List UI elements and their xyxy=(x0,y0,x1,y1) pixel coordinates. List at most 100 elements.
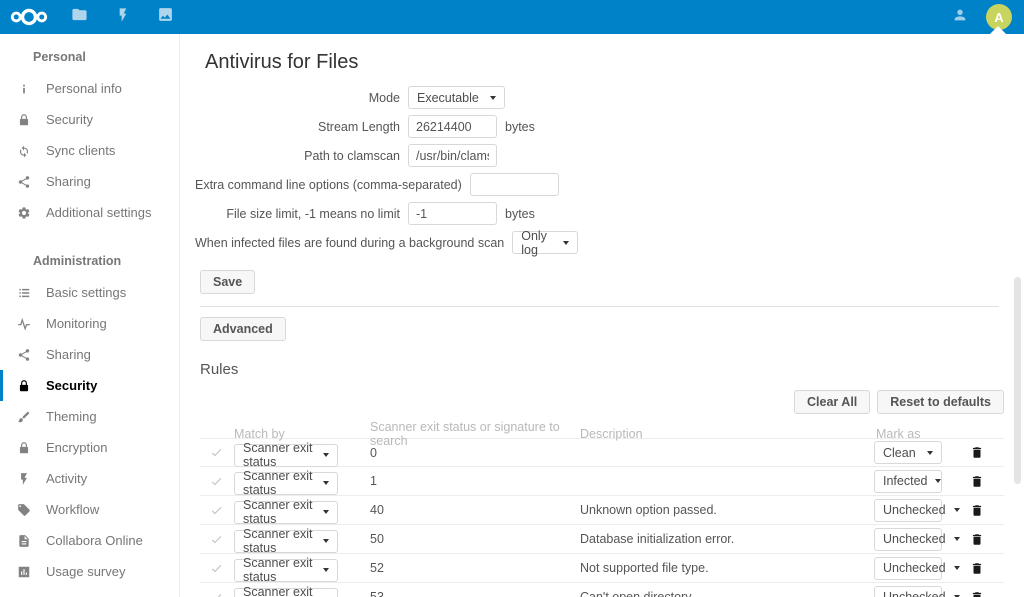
activity-app-button[interactable] xyxy=(101,0,144,34)
mark-as-select[interactable]: Unchecked xyxy=(874,557,942,580)
extra-options-input[interactable] xyxy=(470,173,559,196)
delete-rule-button[interactable] xyxy=(950,532,1004,547)
gear-icon xyxy=(16,205,32,221)
sidebar-item-collabora-online[interactable]: Collabora Online xyxy=(0,525,179,556)
match-by-select[interactable]: Scanner exit status xyxy=(234,501,338,524)
mode-select-value: Executable xyxy=(417,91,479,105)
clear-all-button[interactable]: Clear All xyxy=(794,390,870,414)
sidebar-item-logging[interactable]: Logging xyxy=(0,587,179,597)
rules-rows: Scanner exit status 0 Clean Scanner exit… xyxy=(200,438,1004,597)
delete-rule-button[interactable] xyxy=(950,474,1004,489)
document-icon xyxy=(16,533,32,549)
list-icon xyxy=(16,285,32,301)
chevron-down-icon xyxy=(323,510,329,514)
sidebar-item-security[interactable]: Security xyxy=(0,370,179,401)
sidebar-item-security[interactable]: Security xyxy=(0,104,179,135)
clamscan-path-input[interactable] xyxy=(408,144,497,167)
mode-label: Mode xyxy=(195,91,408,105)
files-app-button[interactable] xyxy=(58,0,101,34)
rule-status-value: 40 xyxy=(364,503,574,517)
sidebar-item-additional-settings[interactable]: Additional settings xyxy=(0,197,179,228)
image-icon xyxy=(157,6,174,28)
match-by-select[interactable]: Scanner exit status xyxy=(234,444,338,467)
infected-action-label: When infected files are found during a b… xyxy=(195,236,512,250)
sidebar-item-personal-info[interactable]: Personal info xyxy=(0,73,179,104)
sidebar-item-monitoring[interactable]: Monitoring xyxy=(0,308,179,339)
match-by-select[interactable]: Scanner exit status xyxy=(234,559,338,582)
lock-icon xyxy=(16,112,32,128)
gallery-app-button[interactable] xyxy=(144,0,187,34)
brush-icon xyxy=(16,409,32,425)
chart-icon xyxy=(16,564,32,580)
mark-as-select[interactable]: Unchecked xyxy=(874,499,942,522)
chevron-down-icon xyxy=(323,539,329,543)
share-icon xyxy=(16,347,32,363)
contacts-menu-button[interactable] xyxy=(940,0,980,34)
stream-length-input[interactable] xyxy=(408,115,497,138)
delete-rule-button[interactable] xyxy=(950,445,1004,460)
chevron-down-icon xyxy=(563,241,569,245)
col-status: Scanner exit status or signature to sear… xyxy=(364,420,574,448)
extra-options-label: Extra command line options (comma-separa… xyxy=(195,178,470,192)
rule-description: Database initialization error. xyxy=(574,532,866,546)
share-icon xyxy=(16,174,32,190)
rule-enabled-check-icon[interactable] xyxy=(200,475,232,488)
sidebar-item-sharing[interactable]: Sharing xyxy=(0,166,179,197)
rule-description: Can't open directory. xyxy=(574,590,866,597)
rule-enabled-check-icon[interactable] xyxy=(200,591,232,597)
contacts-icon xyxy=(952,7,968,28)
rule-enabled-check-icon[interactable] xyxy=(200,446,232,459)
sidebar-item-sharing[interactable]: Sharing xyxy=(0,339,179,370)
lock-icon xyxy=(16,440,32,456)
trash-icon xyxy=(970,532,984,547)
rule-enabled-check-icon[interactable] xyxy=(200,504,232,517)
sidebar-item-workflow[interactable]: Workflow xyxy=(0,494,179,525)
col-mark-as: Mark as xyxy=(866,427,950,441)
chevron-down-icon xyxy=(323,481,329,485)
sidebar-item-activity[interactable]: Activity xyxy=(0,463,179,494)
match-by-select[interactable]: Scanner exit status xyxy=(234,530,338,553)
rule-status-value: 52 xyxy=(364,561,574,575)
sidebar-section-title: Administration xyxy=(0,244,179,277)
sidebar-section-title: Personal xyxy=(0,40,179,73)
chevron-down-icon xyxy=(323,568,329,572)
lock-icon xyxy=(16,378,32,394)
sidebar-item-usage-survey[interactable]: Usage survey xyxy=(0,556,179,587)
sidebar-item-sync-clients[interactable]: Sync clients xyxy=(0,135,179,166)
infected-action-select-value: Only log xyxy=(521,229,555,257)
delete-rule-button[interactable] xyxy=(950,561,1004,576)
mark-as-select[interactable]: Unchecked xyxy=(874,528,942,551)
rules-table: Match by Scanner exit status or signatur… xyxy=(200,420,1004,597)
file-size-limit-label: File size limit, -1 means no limit xyxy=(195,207,408,221)
match-by-select[interactable]: Scanner exit status xyxy=(234,472,338,495)
trash-icon xyxy=(970,590,984,597)
infected-action-select[interactable]: Only log xyxy=(512,231,578,254)
delete-rule-button[interactable] xyxy=(950,503,1004,518)
advanced-button[interactable]: Advanced xyxy=(200,317,286,341)
file-size-limit-input[interactable] xyxy=(408,202,497,225)
nextcloud-logo-icon[interactable] xyxy=(0,6,58,28)
table-row: Scanner exit status 53 Can't open direct… xyxy=(200,583,1004,597)
sidebar-item-encryption[interactable]: Encryption xyxy=(0,432,179,463)
rule-enabled-check-icon[interactable] xyxy=(200,533,232,546)
mark-as-select[interactable]: Clean xyxy=(874,441,942,464)
table-row: Scanner exit status 52 Not supported fil… xyxy=(200,554,1004,583)
match-by-select[interactable]: Scanner exit status xyxy=(234,588,338,597)
scrollbar[interactable] xyxy=(1014,277,1021,484)
mode-select[interactable]: Executable xyxy=(408,86,505,109)
mark-as-select[interactable]: Infected xyxy=(874,470,942,493)
sidebar-item-basic-settings[interactable]: Basic settings xyxy=(0,277,179,308)
section-divider xyxy=(200,306,999,307)
delete-rule-button[interactable] xyxy=(950,590,1004,597)
mark-as-select[interactable]: Unchecked xyxy=(874,586,942,597)
reset-defaults-button[interactable]: Reset to defaults xyxy=(877,390,1004,414)
rule-description: Not supported file type. xyxy=(574,561,866,575)
info-icon xyxy=(16,81,32,97)
save-button[interactable]: Save xyxy=(200,270,255,294)
rule-enabled-check-icon[interactable] xyxy=(200,562,232,575)
folder-icon xyxy=(71,6,88,28)
rule-status-value: 53 xyxy=(364,590,574,597)
chevron-down-icon xyxy=(935,479,941,483)
sidebar-item-theming[interactable]: Theming xyxy=(0,401,179,432)
rules-table-header: Match by Scanner exit status or signatur… xyxy=(200,420,1004,438)
